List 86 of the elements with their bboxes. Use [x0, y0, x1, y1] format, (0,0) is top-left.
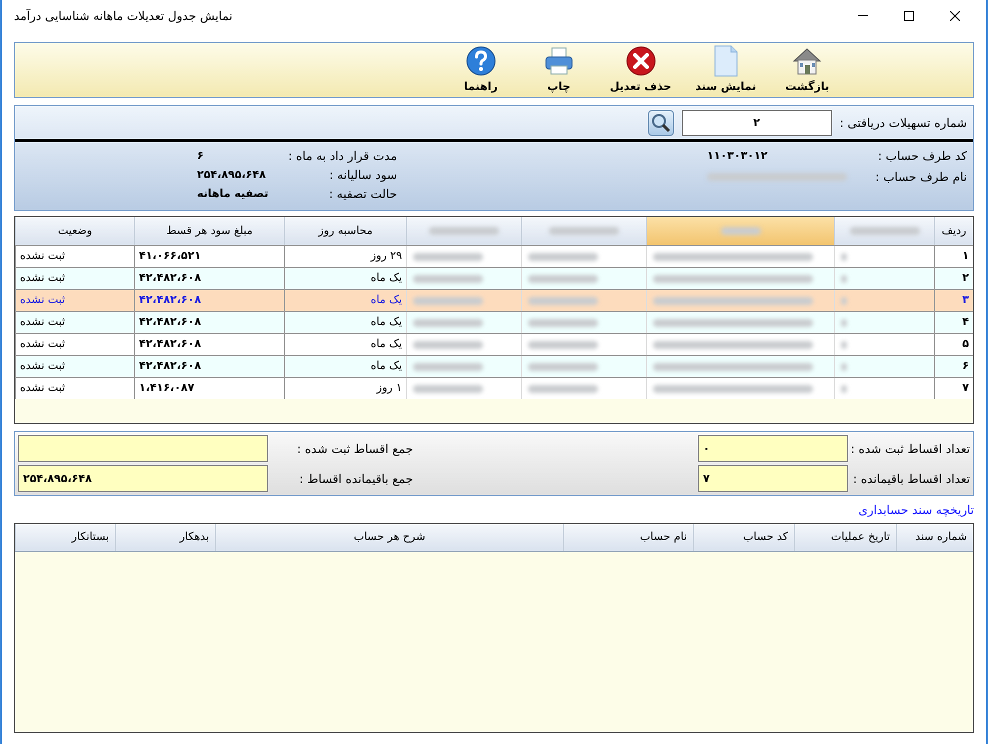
blurred-text: [413, 362, 483, 370]
field-value: ۶: [197, 148, 205, 164]
toolbar-button[interactable]: حذف تعدیل: [602, 44, 680, 96]
printer-icon: [542, 44, 575, 77]
column-header[interactable]: شماره سند: [896, 524, 973, 551]
blurred-text: [841, 362, 847, 370]
toolbar-button[interactable]: بازگشت: [772, 44, 842, 96]
table-row[interactable]: ۵ یک ماه ۴۲،۴۸۲،۶۰۸ ثبت نشده: [15, 333, 973, 355]
table-row[interactable]: ۷ ۱ روز ۱،۴۱۶،۰۸۷ ثبت نشده: [15, 377, 973, 399]
blurred-text: [413, 340, 483, 348]
total-field[interactable]: ۲۵۴،۸۹۵،۶۴۸: [18, 465, 268, 492]
blurred-text: [549, 227, 619, 235]
table-row[interactable]: ۲ یک ماه ۴۲،۴۸۲،۶۰۸ ثبت نشده: [15, 267, 973, 289]
table-cell: ثبت نشده: [15, 378, 134, 399]
column-header[interactable]: بدهکار: [115, 524, 215, 551]
column-header[interactable]: نام حساب: [563, 524, 693, 551]
blurred-text: [413, 296, 483, 304]
blurred-text: [841, 296, 847, 304]
close-icon: [950, 11, 960, 21]
table-row[interactable]: ۶ یک ماه ۴۲،۴۸۲،۶۰۸ ثبت نشده: [15, 355, 973, 377]
toolbar-button[interactable]: راهنما: [446, 44, 516, 96]
search-icon: [650, 112, 671, 132]
total-field[interactable]: ۰: [698, 435, 848, 462]
column-header[interactable]: [646, 217, 834, 245]
blurred-text: [528, 274, 598, 282]
column-header[interactable]: [521, 217, 646, 245]
blurred-text: [528, 384, 598, 392]
table-cell: ۱ روز: [284, 378, 406, 399]
blurred-text: [841, 340, 847, 348]
total-field[interactable]: [18, 435, 268, 462]
table-row[interactable]: ۴ یک ماه ۴۲،۴۸۲،۶۰۸ ثبت نشده: [15, 311, 973, 333]
table-row[interactable]: ۱ ۲۹ روز ۴۱،۰۶۶،۵۲۱ ثبت نشده: [15, 245, 973, 267]
column-header[interactable]: ردیف: [934, 217, 973, 245]
column-header[interactable]: شرح هر حساب: [215, 524, 563, 551]
column-header[interactable]: [406, 217, 521, 245]
blurred-text: [720, 227, 760, 235]
blurred-text: [528, 252, 598, 260]
table-cell: ۷: [934, 378, 973, 399]
blurred-text: [528, 318, 598, 326]
blurred-text: [841, 384, 847, 392]
field-label: مدت قرار داد به ماه :: [287, 148, 397, 165]
toolbar-button[interactable]: نمایش سند: [687, 44, 764, 96]
field-label: جمع اقساط ثبت شده :: [296, 440, 413, 458]
field-label: کد طرف حساب :: [876, 148, 967, 165]
minimize-icon: [858, 15, 868, 17]
blurred-text: [413, 252, 483, 260]
column-header[interactable]: مبلغ سود هر قسط: [134, 217, 284, 245]
column-header[interactable]: محاسبه روز: [284, 217, 406, 245]
blurred-text: [413, 384, 483, 392]
field-label: تعداد اقساط ثبت شده :: [850, 440, 970, 458]
column-header[interactable]: تاریخ عملیات: [794, 524, 896, 551]
search-field[interactable]: ۲: [682, 110, 832, 136]
search-label: شماره تسهیلات دریافتی :: [840, 114, 967, 132]
field-label: جمع باقیمانده اقساط :: [298, 470, 413, 488]
search-button[interactable]: [648, 110, 674, 136]
field-value: ۲۵۴،۸۹۵،۶۴۸: [197, 166, 267, 183]
help-icon: [464, 44, 497, 77]
document-icon: [712, 44, 739, 77]
maximize-icon: [904, 11, 914, 21]
blurred-text: [841, 318, 847, 326]
field-label: سود سالیانه :: [328, 167, 397, 184]
table-cell: ۱،۴۱۶،۰۸۷: [134, 378, 284, 399]
blurred-text: [841, 252, 847, 260]
column-header[interactable]: کد حساب: [693, 524, 794, 551]
table-row[interactable]: ۳ یک ماه ۴۲،۴۸۲،۶۰۸ ثبت نشده: [15, 289, 973, 311]
toolbar-button[interactable]: چاپ: [524, 44, 594, 96]
blurred-text: [429, 227, 499, 235]
history-link[interactable]: تاریخچه سند حسابداری: [858, 500, 974, 518]
total-field[interactable]: ۷: [698, 465, 848, 492]
field-label: نام طرف حساب :: [874, 169, 967, 186]
blurred-text: [413, 318, 483, 326]
column-header[interactable]: بستانکار: [15, 524, 115, 551]
field-label: تعداد اقساط باقیمانده :: [852, 470, 970, 488]
field-value: ۱۱۰۳۰۳۰۱۲: [707, 148, 768, 164]
close-icon: [624, 44, 657, 77]
column-header[interactable]: وضعیت: [15, 217, 134, 245]
field-label: حالت تصفیه :: [328, 186, 397, 203]
blurred-text: [413, 274, 483, 282]
blurred-text: [841, 274, 847, 282]
blurred-text: [528, 340, 598, 348]
blurred-text: [528, 362, 598, 370]
field-value: تصفیه ماهانه: [197, 186, 270, 202]
window-title: نمایش جدول تعدیلات ماهانه شناسایی درآمد: [13, 8, 233, 25]
blurred-text: [850, 227, 920, 235]
blurred-text: [528, 296, 598, 304]
column-header[interactable]: [834, 217, 934, 245]
